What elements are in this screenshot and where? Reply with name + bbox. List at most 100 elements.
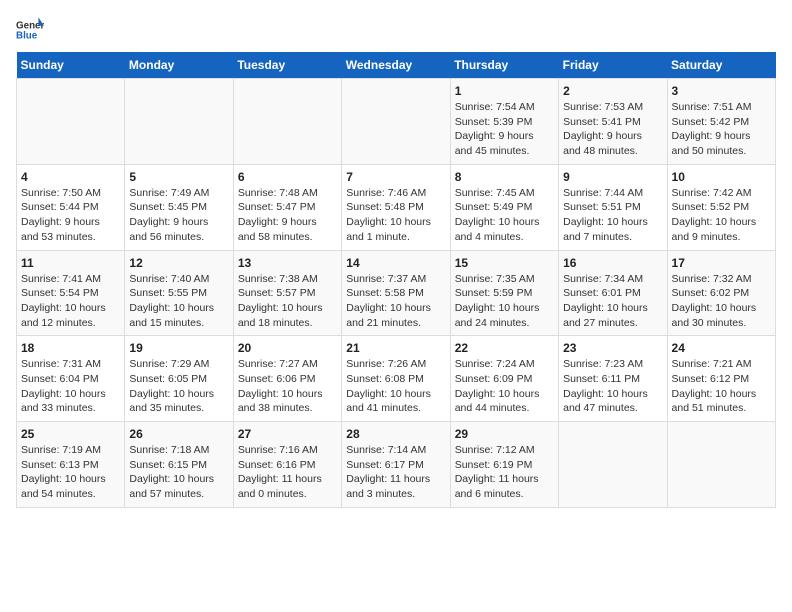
- day-number: 14: [346, 256, 445, 270]
- calendar-cell: 23Sunrise: 7:23 AM Sunset: 6:11 PM Dayli…: [559, 336, 667, 422]
- calendar-cell: 28 Sunrise: 7:14 AM Sunset: 6:17 PM Dayli…: [342, 422, 450, 508]
- calendar-header-row: SundayMondayTuesdayWednesdayThursdayFrid…: [17, 52, 776, 79]
- day-number: 6: [238, 170, 337, 184]
- day-info: Sunrise: 7:21 AM Sunset: 6:12 PM Dayligh…: [672, 357, 771, 416]
- logo-icon: General Blue: [16, 16, 44, 44]
- col-header-sunday: Sunday: [17, 52, 125, 79]
- calendar-week-row: 4 Sunrise: 7:50 AM Sunset: 5:44 PM Daylig…: [17, 164, 776, 250]
- day-number: 24: [672, 341, 771, 355]
- col-header-monday: Monday: [125, 52, 233, 79]
- day-info: Sunrise: 7:26 AM Sunset: 6:08 PM Dayligh…: [346, 357, 445, 416]
- calendar-week-row: 25 Sunrise: 7:19 AM Sunset: 6:13 PM Dayli…: [17, 422, 776, 508]
- calendar-cell: 1 Sunrise: 7:54 AM Sunset: 5:39 PM Daylig…: [450, 79, 558, 165]
- calendar-cell: 6 Sunrise: 7:48 AM Sunset: 5:47 PM Daylig…: [233, 164, 341, 250]
- day-info: Sunrise: 7:48 AM Sunset: 5:47 PM Dayligh…: [238, 186, 337, 245]
- day-info: Sunrise: 7:16 AM Sunset: 6:16 PM Dayligh…: [238, 443, 337, 502]
- day-info: Sunrise: 7:53 AM Sunset: 5:41 PM Dayligh…: [563, 100, 662, 159]
- day-info: Sunrise: 7:49 AM Sunset: 5:45 PM Dayligh…: [129, 186, 228, 245]
- day-number: 5: [129, 170, 228, 184]
- day-info: Sunrise: 7:38 AM Sunset: 5:57 PM Dayligh…: [238, 272, 337, 331]
- day-info: Sunrise: 7:32 AM Sunset: 6:02 PM Dayligh…: [672, 272, 771, 331]
- calendar-cell: [342, 79, 450, 165]
- day-info: Sunrise: 7:35 AM Sunset: 5:59 PM Dayligh…: [455, 272, 554, 331]
- day-number: 4: [21, 170, 120, 184]
- day-info: Sunrise: 7:29 AM Sunset: 6:05 PM Dayligh…: [129, 357, 228, 416]
- day-number: 28: [346, 427, 445, 441]
- day-number: 9: [563, 170, 662, 184]
- day-number: 20: [238, 341, 337, 355]
- calendar-cell: 27 Sunrise: 7:16 AM Sunset: 6:16 PM Dayli…: [233, 422, 341, 508]
- day-info: Sunrise: 7:51 AM Sunset: 5:42 PM Dayligh…: [672, 100, 771, 159]
- day-number: 15: [455, 256, 554, 270]
- col-header-friday: Friday: [559, 52, 667, 79]
- day-number: 27: [238, 427, 337, 441]
- calendar-cell: 18 Sunrise: 7:31 AM Sunset: 6:04 PM Dayli…: [17, 336, 125, 422]
- day-number: 13: [238, 256, 337, 270]
- calendar-cell: 19 Sunrise: 7:29 AM Sunset: 6:05 PM Dayli…: [125, 336, 233, 422]
- calendar-cell: 5 Sunrise: 7:49 AM Sunset: 5:45 PM Daylig…: [125, 164, 233, 250]
- calendar-cell: 11 Sunrise: 7:41 AM Sunset: 5:54 PM Dayli…: [17, 250, 125, 336]
- day-info: Sunrise: 7:37 AM Sunset: 5:58 PM Dayligh…: [346, 272, 445, 331]
- calendar-cell: 4 Sunrise: 7:50 AM Sunset: 5:44 PM Daylig…: [17, 164, 125, 250]
- calendar-cell: 20 Sunrise: 7:27 AM Sunset: 6:06 PM Dayli…: [233, 336, 341, 422]
- day-info: Sunrise: 7:34 AM Sunset: 6:01 PM Dayligh…: [563, 272, 662, 331]
- day-info: Sunrise: 7:31 AM Sunset: 6:04 PM Dayligh…: [21, 357, 120, 416]
- day-info: Sunrise: 7:27 AM Sunset: 6:06 PM Dayligh…: [238, 357, 337, 416]
- day-number: 25: [21, 427, 120, 441]
- day-info: Sunrise: 7:23 AM Sunset: 6:11 PM Dayligh…: [563, 357, 662, 416]
- day-number: 21: [346, 341, 445, 355]
- day-number: 7: [346, 170, 445, 184]
- svg-text:Blue: Blue: [16, 30, 38, 41]
- day-info: Sunrise: 7:46 AM Sunset: 5:48 PM Dayligh…: [346, 186, 445, 245]
- logo: General Blue: [16, 16, 48, 44]
- day-number: 29: [455, 427, 554, 441]
- calendar-week-row: 18 Sunrise: 7:31 AM Sunset: 6:04 PM Dayli…: [17, 336, 776, 422]
- calendar-cell: 12 Sunrise: 7:40 AM Sunset: 5:55 PM Dayli…: [125, 250, 233, 336]
- calendar-cell: [667, 422, 775, 508]
- day-info: Sunrise: 7:42 AM Sunset: 5:52 PM Dayligh…: [672, 186, 771, 245]
- day-number: 10: [672, 170, 771, 184]
- calendar-cell: 22Sunrise: 7:24 AM Sunset: 6:09 PM Dayli…: [450, 336, 558, 422]
- day-number: 18: [21, 341, 120, 355]
- col-header-saturday: Saturday: [667, 52, 775, 79]
- col-header-tuesday: Tuesday: [233, 52, 341, 79]
- calendar-cell: 14 Sunrise: 7:37 AM Sunset: 5:58 PM Dayli…: [342, 250, 450, 336]
- calendar-cell: 29 Sunrise: 7:12 AM Sunset: 6:19 PM Dayli…: [450, 422, 558, 508]
- calendar-cell: 16 Sunrise: 7:34 AM Sunset: 6:01 PM Dayli…: [559, 250, 667, 336]
- day-info: Sunrise: 7:14 AM Sunset: 6:17 PM Dayligh…: [346, 443, 445, 502]
- day-info: Sunrise: 7:45 AM Sunset: 5:49 PM Dayligh…: [455, 186, 554, 245]
- day-info: Sunrise: 7:19 AM Sunset: 6:13 PM Dayligh…: [21, 443, 120, 502]
- calendar-cell: 21 Sunrise: 7:26 AM Sunset: 6:08 PM Dayli…: [342, 336, 450, 422]
- col-header-wednesday: Wednesday: [342, 52, 450, 79]
- calendar-table: SundayMondayTuesdayWednesdayThursdayFrid…: [16, 52, 776, 508]
- calendar-week-row: 11 Sunrise: 7:41 AM Sunset: 5:54 PM Dayli…: [17, 250, 776, 336]
- calendar-cell: [17, 79, 125, 165]
- day-number: 26: [129, 427, 228, 441]
- day-info: Sunrise: 7:41 AM Sunset: 5:54 PM Dayligh…: [21, 272, 120, 331]
- calendar-cell: 25 Sunrise: 7:19 AM Sunset: 6:13 PM Dayli…: [17, 422, 125, 508]
- day-number: 22: [455, 341, 554, 355]
- day-info: Sunrise: 7:54 AM Sunset: 5:39 PM Dayligh…: [455, 100, 554, 159]
- day-number: 11: [21, 256, 120, 270]
- day-number: 1: [455, 84, 554, 98]
- calendar-cell: 2Sunrise: 7:53 AM Sunset: 5:41 PM Daylig…: [559, 79, 667, 165]
- day-info: Sunrise: 7:12 AM Sunset: 6:19 PM Dayligh…: [455, 443, 554, 502]
- page-header: General Blue: [16, 16, 776, 44]
- day-info: Sunrise: 7:50 AM Sunset: 5:44 PM Dayligh…: [21, 186, 120, 245]
- calendar-cell: [233, 79, 341, 165]
- day-info: Sunrise: 7:18 AM Sunset: 6:15 PM Dayligh…: [129, 443, 228, 502]
- calendar-cell: 17Sunrise: 7:32 AM Sunset: 6:02 PM Dayli…: [667, 250, 775, 336]
- calendar-cell: 10 Sunrise: 7:42 AM Sunset: 5:52 PM Dayli…: [667, 164, 775, 250]
- calendar-cell: [559, 422, 667, 508]
- col-header-thursday: Thursday: [450, 52, 558, 79]
- day-number: 16: [563, 256, 662, 270]
- calendar-cell: 8Sunrise: 7:45 AM Sunset: 5:49 PM Daylig…: [450, 164, 558, 250]
- calendar-week-row: 1 Sunrise: 7:54 AM Sunset: 5:39 PM Daylig…: [17, 79, 776, 165]
- calendar-cell: 3 Sunrise: 7:51 AM Sunset: 5:42 PM Daylig…: [667, 79, 775, 165]
- calendar-cell: 26 Sunrise: 7:18 AM Sunset: 6:15 PM Dayli…: [125, 422, 233, 508]
- day-number: 19: [129, 341, 228, 355]
- day-info: Sunrise: 7:40 AM Sunset: 5:55 PM Dayligh…: [129, 272, 228, 331]
- day-number: 3: [672, 84, 771, 98]
- day-number: 12: [129, 256, 228, 270]
- calendar-cell: 13 Sunrise: 7:38 AM Sunset: 5:57 PM Dayli…: [233, 250, 341, 336]
